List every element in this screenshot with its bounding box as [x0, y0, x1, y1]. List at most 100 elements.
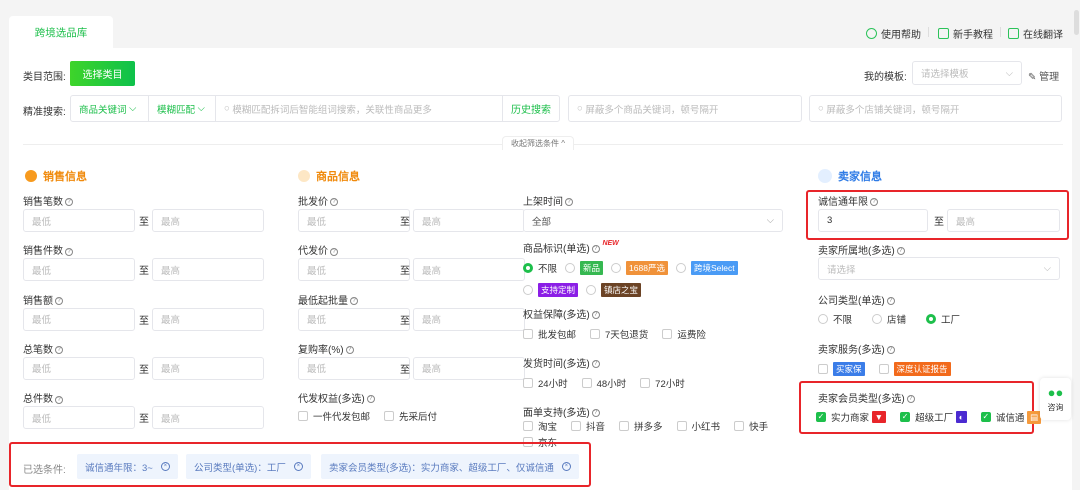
radio-company-factory[interactable]: 工厂 — [926, 312, 960, 326]
waybill-checkbox[interactable]: 抖音 — [571, 419, 605, 433]
option-label: 淘宝 — [538, 422, 558, 433]
min-input[interactable]: 最低 — [23, 356, 135, 380]
listing-time-select[interactable]: 全部 ⌵ — [523, 209, 783, 232]
checkbox-icon — [878, 364, 889, 374]
checkbox-icon — [523, 329, 533, 339]
check-super-factory[interactable]: ✓ 超级工厂 ◐ — [900, 410, 967, 424]
guarantee-checkbox[interactable]: 7天包退货 — [590, 327, 648, 341]
help-icon: ? — [870, 198, 878, 207]
building-icon — [818, 169, 832, 183]
help-icon: ? — [886, 297, 895, 306]
max-input[interactable]: 最高 — [152, 258, 264, 282]
min-input[interactable]: 最低 — [298, 209, 410, 232]
product-title: 商品信息 — [316, 171, 360, 183]
close-icon[interactable]: × — [561, 462, 571, 471]
check-strength-merchant[interactable]: ✓ 实力商家 ▼ — [816, 410, 887, 424]
label-text: 代发权益(多选) — [298, 394, 365, 405]
ship-time-checkbox[interactable]: 24小时 — [523, 376, 568, 390]
ship-time-checkbox[interactable]: 72小时 — [640, 376, 685, 390]
chevron-down-icon: ⌵ — [1005, 67, 1013, 79]
radio-icon — [872, 314, 883, 324]
radio-mark-new[interactable]: 新品 — [565, 261, 604, 275]
product-mark-options-row2: 支持定制 镇店之宝 — [523, 283, 642, 297]
guarantee-label: 权益保障(多选)? — [523, 306, 600, 321]
radio-icon — [565, 263, 576, 273]
min-input[interactable]: 最低 — [23, 258, 135, 282]
max-input[interactable]: 最高 — [413, 356, 525, 380]
max-input[interactable]: 最高 — [152, 209, 264, 232]
company-type-text: 公司类型(单选) — [818, 296, 885, 307]
scrollbar[interactable] — [1074, 10, 1079, 35]
dropship-checkbox[interactable]: 一件代发包邮 — [298, 409, 370, 423]
radio-mark-custom[interactable]: 支持定制 — [523, 283, 579, 297]
close-icon[interactable]: × — [160, 462, 170, 471]
min-input[interactable]: 最低 — [23, 209, 135, 232]
check-deep-audit[interactable]: 深度认证报告 — [878, 362, 951, 376]
check-buyer-protection[interactable]: 买家保 — [818, 362, 865, 376]
history-search-button[interactable]: 历史搜索 — [502, 95, 560, 122]
radio-mark-yanxuan[interactable]: 1688严选 — [611, 261, 668, 275]
check-chengxintong[interactable]: ✓ 诚信通 ▤ — [980, 410, 1042, 424]
years-label: 诚信通年限? — [818, 193, 878, 208]
years-max-input[interactable]: 最高 — [947, 209, 1060, 232]
to-label: 至 — [400, 217, 410, 228]
block-product-input[interactable]: ○ 屏蔽多个商品关键词，顿号隔开 — [568, 95, 802, 122]
max-input[interactable]: 最高 — [413, 258, 525, 282]
collapse-filters-button[interactable]: 收起筛选条件 ^ — [502, 136, 574, 150]
max-input[interactable]: 最高 — [413, 307, 525, 331]
radio-mark-select[interactable]: 跨境Select — [675, 261, 738, 275]
min-input[interactable]: 最低 — [23, 406, 135, 430]
block-shop-input[interactable]: ○ 屏蔽多个店铺关键词，顿号隔开 — [809, 95, 1062, 122]
template-select[interactable]: 请选择模板 ⌵ — [912, 61, 1022, 85]
help-link[interactable]: 使用帮助 — [866, 26, 921, 41]
waybill-checkbox[interactable]: 快手 — [734, 419, 768, 433]
radio-mark-treasure[interactable]: 镇店之宝 — [586, 283, 642, 297]
seller-service-label: 卖家服务(多选)? — [818, 341, 895, 356]
checkbox-icon — [640, 378, 651, 388]
select-category-button[interactable]: 选择类目 — [70, 61, 135, 86]
selected-tag[interactable]: 卖家会员类型(多选)：实力商家、超级工厂、仅诚信通 × — [321, 454, 579, 479]
min-input[interactable]: 最低 — [298, 356, 410, 380]
help-icon: ? — [591, 409, 600, 418]
radio-mark-unlimited[interactable]: 不限 — [523, 261, 557, 275]
keyword-search-input[interactable]: ○ 模糊匹配拆词后智能组词搜索，关联性商品更多 — [215, 95, 503, 122]
location-select[interactable]: 请选择 ⌵ — [818, 257, 1060, 280]
guarantee-checkbox[interactable]: 批发包邮 — [523, 327, 576, 341]
match-mode-select[interactable]: 模糊匹配 ⌵ — [148, 95, 216, 122]
min-input[interactable]: 最低 — [23, 307, 135, 331]
radio-company-unlimited[interactable]: 不限 — [818, 312, 852, 326]
waybill-checkbox[interactable]: 拼多多 — [619, 419, 663, 433]
min-input[interactable]: 最低 — [298, 258, 410, 282]
option-label: 1688严选 — [626, 261, 668, 275]
selected-tag[interactable]: 公司类型(单选)：工厂 × — [186, 454, 311, 479]
max-input[interactable]: 最高 — [152, 307, 264, 331]
option-label: 一件代发包邮 — [313, 412, 371, 423]
tab-cross-border[interactable]: 跨境选品库 — [9, 16, 113, 49]
max-input[interactable]: 最高 — [152, 406, 264, 430]
consult-button[interactable]: ●● 咨询 — [1040, 378, 1071, 420]
option-label: 批发包邮 — [538, 330, 577, 341]
manage-button[interactable]: ✎ 管理 — [1028, 68, 1059, 83]
radio-company-shop[interactable]: 店铺 — [872, 312, 906, 326]
dropship-checkbox[interactable]: 先采后付 — [384, 409, 437, 423]
search-field-select[interactable]: 商品关键词 ⌵ — [70, 95, 149, 122]
tutorial-link[interactable]: 新手教程 — [938, 26, 993, 41]
selected-tag[interactable]: 诚信通年限：3~ × — [77, 454, 178, 479]
option-label: 深度认证报告 — [893, 362, 951, 376]
max-input[interactable]: 最高 — [152, 356, 264, 380]
waybill-checkbox[interactable]: 小红书 — [676, 419, 720, 433]
close-icon[interactable]: × — [293, 462, 303, 471]
block-shop-placeholder: 屏蔽多个店铺关键词，顿号隔开 — [826, 104, 960, 116]
waybill-checkbox[interactable]: 淘宝 — [523, 419, 557, 433]
ship-time-checkbox[interactable]: 48小时 — [581, 376, 626, 390]
translate-link[interactable]: 在线翻译 — [1008, 26, 1063, 41]
guarantee-checkbox[interactable]: 运费险 — [662, 327, 706, 341]
sales-title: 销售信息 — [43, 171, 87, 183]
option-label: 实力商家 — [831, 413, 870, 424]
min-input[interactable]: 最低 — [298, 307, 410, 331]
dropship-label: 代发权益(多选)? — [298, 390, 375, 405]
translate-icon — [1008, 28, 1019, 39]
years-min-input[interactable]: 3 — [818, 209, 928, 232]
max-input[interactable]: 最高 — [413, 209, 525, 232]
to-label: 至 — [400, 364, 410, 376]
